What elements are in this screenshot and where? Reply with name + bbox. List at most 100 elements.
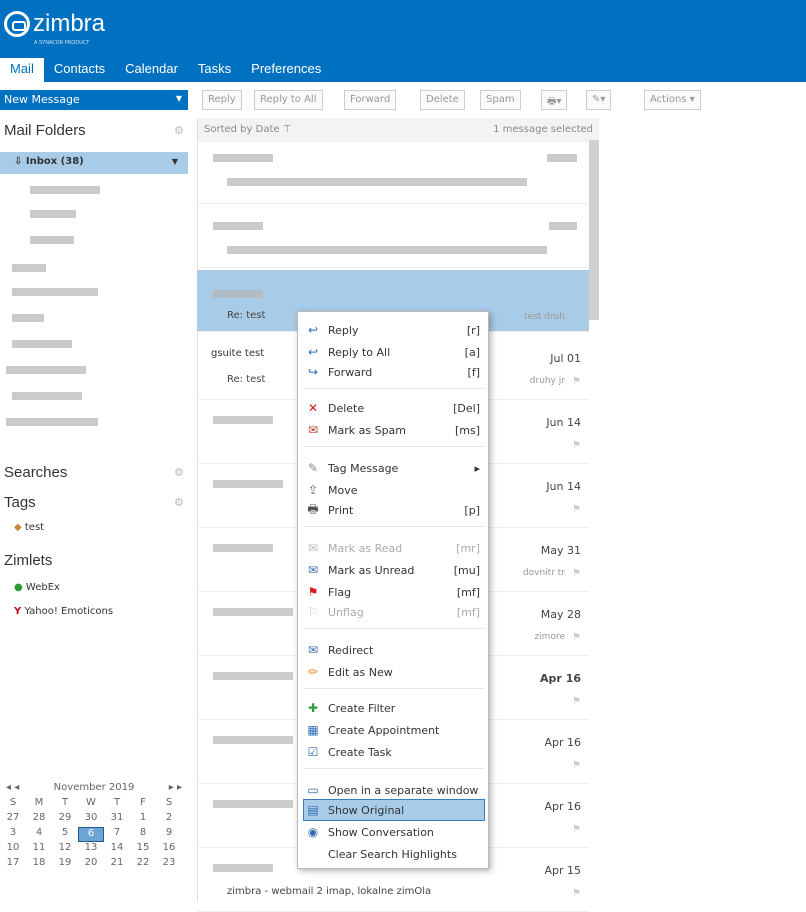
menu-item-create-task[interactable]: ☑ Create Task — [304, 742, 484, 762]
flag-icon[interactable]: ⚑ — [572, 632, 581, 643]
folder-item[interactable] — [30, 236, 74, 244]
flag-icon[interactable]: ⚑ — [572, 696, 581, 707]
zimbra-logo[interactable]: zimbra A SYNACOR PRODUCT — [4, 10, 105, 46]
tag-menu-button[interactable]: ✎▾ — [586, 90, 612, 110]
gear-icon[interactable]: ⚙ — [174, 124, 184, 137]
calendar-day[interactable]: 11 — [26, 842, 52, 857]
tab-calendar[interactable]: Calendar — [115, 58, 188, 82]
flag-icon[interactable]: ⚑ — [572, 440, 581, 451]
actions-button[interactable]: Actions ▾ — [644, 90, 701, 110]
calendar-day[interactable]: 8 — [130, 827, 156, 842]
calendar-day[interactable]: 1 — [130, 812, 156, 827]
reply-all-button[interactable]: Reply to All — [254, 90, 323, 110]
calendar-day[interactable]: 20 — [78, 857, 104, 872]
scrollbar[interactable] — [589, 140, 599, 320]
sort-icon[interactable]: ⊤ — [283, 124, 292, 135]
tab-tasks[interactable]: Tasks — [188, 58, 241, 82]
chevron-down-icon[interactable]: ▼ — [172, 157, 178, 166]
folder-item[interactable] — [30, 186, 100, 194]
flag-icon[interactable]: ⚑ — [572, 824, 581, 835]
menu-item-unflag[interactable]: ⚐ Unflag [mf] — [304, 602, 484, 622]
folder-item[interactable] — [12, 340, 72, 348]
calendar-day[interactable]: 30 — [78, 812, 104, 827]
spam-button[interactable]: Spam — [480, 90, 521, 110]
menu-item-reply-all[interactable]: ↩ Reply to All [a] — [304, 342, 484, 362]
tags-header[interactable]: Tags ⚙ — [4, 494, 184, 511]
flag-icon[interactable]: ⚑ — [572, 888, 581, 899]
calendar-day[interactable]: 19 — [52, 857, 78, 872]
menu-item-create-filter[interactable]: ✚ Create Filter — [304, 698, 484, 718]
folder-item[interactable] — [6, 366, 86, 374]
menu-item-show-conversation[interactable]: ◉ Show Conversation — [304, 822, 484, 842]
calendar-day[interactable]: 5 — [52, 827, 78, 842]
tab-contacts[interactable]: Contacts — [44, 58, 115, 82]
calendar-day[interactable]: 7 — [104, 827, 130, 842]
menu-item-mark-as-spam[interactable]: ✉ Mark as Spam [ms] — [304, 420, 484, 440]
folder-item[interactable] — [6, 418, 98, 426]
menu-item-delete[interactable]: ✕ Delete [Del] — [304, 398, 484, 418]
calendar-day[interactable]: 22 — [130, 857, 156, 872]
tab-preferences[interactable]: Preferences — [241, 58, 331, 82]
calendar-day[interactable]: 17 — [0, 857, 26, 872]
menu-item-mark-as-unread[interactable]: ✉ Mark as Unread [mu] — [304, 560, 484, 580]
sidebar-item-tag-test[interactable]: ◆ test — [14, 522, 44, 533]
menu-item-forward[interactable]: ↪ Forward [f] — [304, 362, 484, 382]
calendar-day[interactable]: 23 — [156, 857, 182, 872]
next-year-icon[interactable]: ▸ ▸ — [169, 782, 182, 793]
flag-icon[interactable]: ⚑ — [572, 376, 581, 387]
menu-item-mark-as-read[interactable]: ✉ Mark as Read [mr] — [304, 538, 484, 558]
menu-item-move[interactable]: ⇪ Move — [304, 480, 484, 500]
calendar-day[interactable]: 21 — [104, 857, 130, 872]
calendar-day[interactable]: 3 — [0, 827, 26, 842]
calendar-day[interactable]: 31 — [104, 812, 130, 827]
message-row[interactable] — [197, 206, 589, 268]
new-message-button[interactable]: New Message ▼ — [0, 90, 188, 110]
calendar-day[interactable]: 14 — [104, 842, 130, 857]
calendar-day[interactable]: 12 — [52, 842, 78, 857]
menu-item-open-separate-window[interactable]: ▭ Open in a separate window — [304, 780, 484, 800]
folder-item[interactable] — [12, 392, 82, 400]
calendar-day[interactable]: 18 — [26, 857, 52, 872]
menu-item-show-original[interactable]: ▤ Show Original — [303, 799, 485, 821]
calendar-day[interactable]: 10 — [0, 842, 26, 857]
calendar-day[interactable]: 4 — [26, 827, 52, 842]
menu-item-edit-as-new[interactable]: ✏ Edit as New — [304, 662, 484, 682]
gear-icon[interactable]: ⚙ — [174, 496, 184, 509]
searches-header[interactable]: Searches ⚙ — [4, 464, 184, 481]
menu-item-print[interactable]: 🖶 Print [p] — [304, 500, 484, 520]
menu-item-clear-search-highlights[interactable]: Clear Search Highlights — [304, 844, 484, 864]
forward-button[interactable]: Forward — [344, 90, 397, 110]
print-menu-button[interactable]: 🖶▾ — [541, 90, 568, 110]
calendar-day[interactable]: 13 — [78, 842, 104, 857]
calendar-day[interactable]: 9 — [156, 827, 182, 842]
reply-button[interactable]: Reply — [202, 90, 242, 110]
menu-item-flag[interactable]: ⚑ Flag [mf] — [304, 582, 484, 602]
folder-item[interactable] — [30, 210, 76, 218]
calendar-day[interactable]: 16 — [156, 842, 182, 857]
gear-icon[interactable]: ⚙ — [174, 466, 184, 479]
folder-item[interactable] — [12, 288, 98, 296]
sidebar-item-inbox[interactable]: ⇩ Inbox (38) ▼ — [0, 152, 188, 174]
menu-item-tag-message[interactable]: ✎ Tag Message ▸ — [304, 458, 484, 478]
menu-item-redirect[interactable]: ✉ Redirect — [304, 640, 484, 660]
calendar-day[interactable]: 2 — [156, 812, 182, 827]
calendar-day-today[interactable]: 6 — [78, 827, 104, 842]
zimlets-header[interactable]: Zimlets — [4, 552, 52, 569]
chevron-down-icon[interactable]: ▼ — [176, 94, 182, 103]
calendar-day[interactable]: 28 — [26, 812, 52, 827]
sidebar-item-yahoo-emoticons[interactable]: Y Yahoo! Emoticons — [14, 606, 113, 617]
prev-year-icon[interactable]: ◂ ◂ — [6, 782, 19, 793]
mail-folders-header[interactable]: Mail Folders ⚙ — [4, 122, 184, 139]
calendar-day[interactable]: 29 — [52, 812, 78, 827]
flag-icon[interactable]: ⚑ — [572, 760, 581, 771]
menu-item-reply[interactable]: ↩ Reply [r] — [304, 320, 484, 340]
folder-item[interactable] — [12, 264, 46, 272]
flag-icon[interactable]: ⚑ — [572, 568, 581, 579]
sidebar-item-webex[interactable]: ● WebEx — [14, 582, 60, 593]
menu-item-create-appointment[interactable]: ▦ Create Appointment — [304, 720, 484, 740]
message-row[interactable] — [197, 142, 589, 204]
tab-mail[interactable]: Mail — [0, 58, 44, 82]
delete-button[interactable]: Delete — [420, 90, 465, 110]
calendar-day[interactable]: 15 — [130, 842, 156, 857]
folder-item[interactable] — [12, 314, 44, 322]
